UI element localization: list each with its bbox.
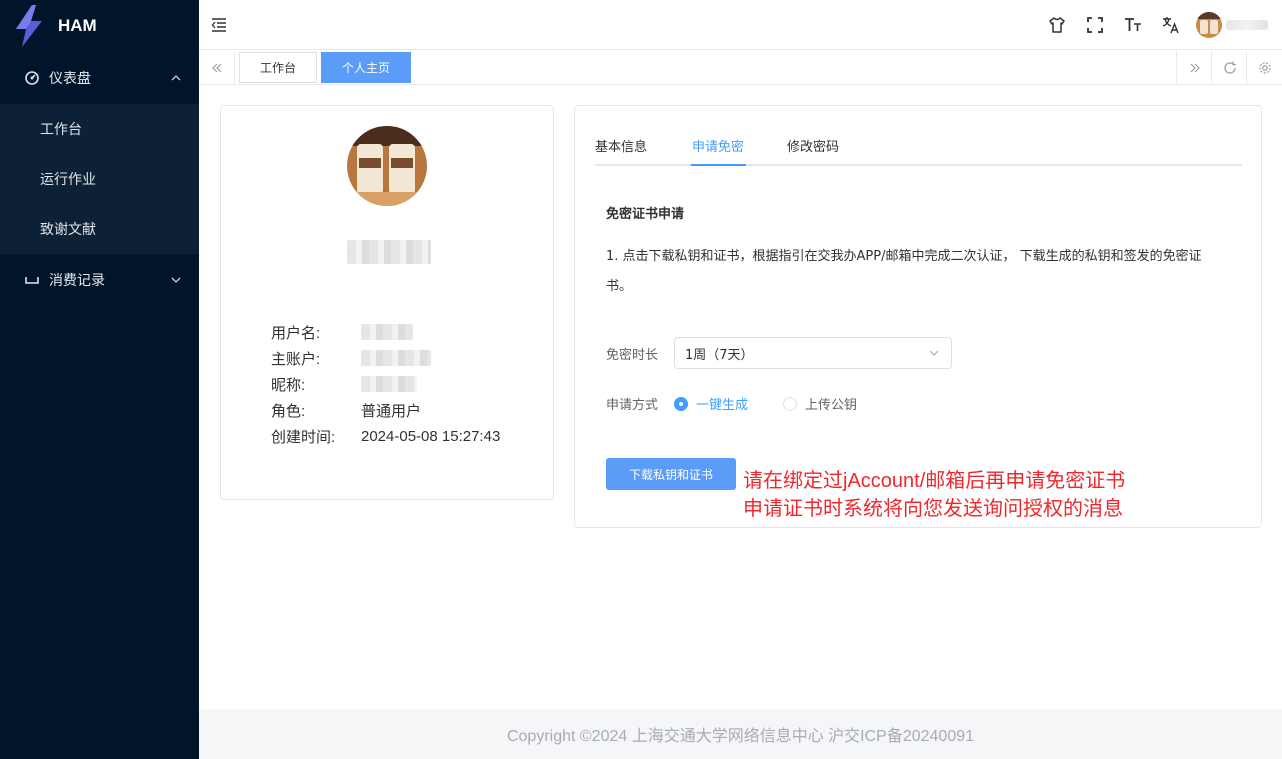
info-value: 2024-05-08 15:27:43 xyxy=(361,427,501,445)
info-row-created-time: 创建时间: 2024-05-08 15:27:43 xyxy=(271,425,500,447)
duration-select[interactable]: 1周（7天） xyxy=(674,337,952,369)
info-row-role: 角色: 普通用户 xyxy=(271,399,421,421)
info-key: 角色: xyxy=(271,402,306,420)
fullscreen-icon[interactable] xyxy=(1076,0,1114,50)
user-avatar[interactable] xyxy=(1196,12,1222,38)
tab-active-indicator xyxy=(691,164,746,166)
tab-basic-info[interactable]: 基本信息 xyxy=(595,136,647,166)
translate-icon[interactable] xyxy=(1152,0,1190,50)
chevron-up-icon xyxy=(171,75,181,81)
annotation-line-2: 申请证书时系统将向您发送询问授权的消息 xyxy=(743,498,1123,520)
submenu-dashboard: 工作台 运行作业 致谢文献 xyxy=(0,104,199,254)
header xyxy=(199,0,1282,50)
header-actions xyxy=(1038,0,1282,50)
menu-toggle-icon[interactable] xyxy=(211,17,227,33)
radio-label: 上传公钥 xyxy=(805,398,858,413)
info-key: 用户名: xyxy=(271,324,321,342)
info-row-nickname: 昵称: xyxy=(271,373,417,395)
profile-avatar xyxy=(347,126,427,206)
info-value: 普通用户 xyxy=(361,402,422,420)
main-content: 用户名: 主账户: 昵称: 角色: 普通用户 创建时间: 2024-05-08 … xyxy=(199,85,1282,709)
menu-group-billing[interactable]: 消费记录 xyxy=(0,254,199,306)
settings-tabs: 基本信息 申请免密 修改密码 xyxy=(595,136,1242,166)
brand[interactable]: HAM xyxy=(0,0,199,52)
lightning-logo-icon xyxy=(16,5,42,47)
copyright-text: Copyright ©2024 上海交通大学网络信息中心 沪交ICP备20240… xyxy=(506,728,975,745)
section-title: 免密证书申请 xyxy=(606,207,685,222)
chevron-down-icon xyxy=(929,350,939,356)
chevron-down-icon xyxy=(171,277,181,283)
dashboard-icon xyxy=(24,70,40,86)
scroll-left-icon[interactable] xyxy=(199,51,235,85)
radio-label: 一键生成 xyxy=(696,398,749,413)
nickname-redacted xyxy=(361,376,417,392)
duration-value: 1周（7天） xyxy=(685,347,754,363)
gear-icon[interactable] xyxy=(1246,51,1282,85)
username-redacted[interactable] xyxy=(1226,20,1268,30)
record-icon xyxy=(24,272,40,288)
sidebar: HAM 仪表盘 工作台 运行作业 致谢文献 消费记录 xyxy=(0,0,199,759)
display-name-redacted xyxy=(347,240,431,264)
method-label: 申请方式 xyxy=(606,398,659,413)
menu-group-dashboard[interactable]: 仪表盘 xyxy=(0,52,199,104)
main-account-redacted xyxy=(361,350,431,366)
app-name: HAM xyxy=(58,16,97,35)
footer: Copyright ©2024 上海交通大学网络信息中心 沪交ICP备20240… xyxy=(199,709,1282,759)
sidebar-item-running-jobs[interactable]: 运行作业 xyxy=(0,154,199,204)
menu-group-label: 消费记录 xyxy=(49,273,105,289)
profile-card: 用户名: 主账户: 昵称: 角色: 普通用户 创建时间: 2024-05-08 … xyxy=(220,105,554,500)
duration-label: 免密时长 xyxy=(606,348,659,363)
tab-passwordless[interactable]: 申请免密 xyxy=(692,136,744,166)
info-key: 创建时间: xyxy=(271,428,336,446)
info-key: 主账户: xyxy=(271,350,321,368)
radio-dot xyxy=(783,396,797,411)
font-size-icon[interactable] xyxy=(1114,0,1152,50)
menu-group-label: 仪表盘 xyxy=(49,71,91,87)
download-key-cert-button[interactable]: 下载私钥和证书 xyxy=(606,458,736,490)
tab-workbench[interactable]: 工作台 xyxy=(239,52,317,83)
tab-change-password[interactable]: 修改密码 xyxy=(787,136,839,166)
settings-card: 基本信息 申请免密 修改密码 免密证书申请 1. 点击下载私钥和证书，根据指引在… xyxy=(574,105,1262,528)
scroll-right-icon[interactable] xyxy=(1176,51,1212,85)
info-row-username: 用户名: xyxy=(271,321,413,343)
radio-one-click-generate[interactable]: 一键生成 xyxy=(674,394,748,413)
info-row-main-account: 主账户: xyxy=(271,347,431,369)
sidebar-item-acknowledgements[interactable]: 致谢文献 xyxy=(0,204,199,254)
tab-profile[interactable]: 个人主页 xyxy=(321,52,411,83)
sidebar-item-workbench[interactable]: 工作台 xyxy=(0,104,199,154)
annotation-line-1: 请在绑定过jAccount/邮箱后再申请免密证书 xyxy=(743,470,1126,492)
radio-upload-public-key[interactable]: 上传公钥 xyxy=(783,394,857,413)
username-redacted xyxy=(361,324,413,340)
theme-icon[interactable] xyxy=(1038,0,1076,50)
radio-dot xyxy=(674,396,688,411)
tabs-bar: 工作台 个人主页 xyxy=(199,51,1282,85)
section-description: 1. 点击下载私钥和证书，根据指引在交我办APP/邮箱中完成二次认证， 下载生成… xyxy=(606,249,1202,294)
refresh-icon[interactable] xyxy=(1211,51,1247,85)
info-key: 昵称: xyxy=(271,376,306,394)
